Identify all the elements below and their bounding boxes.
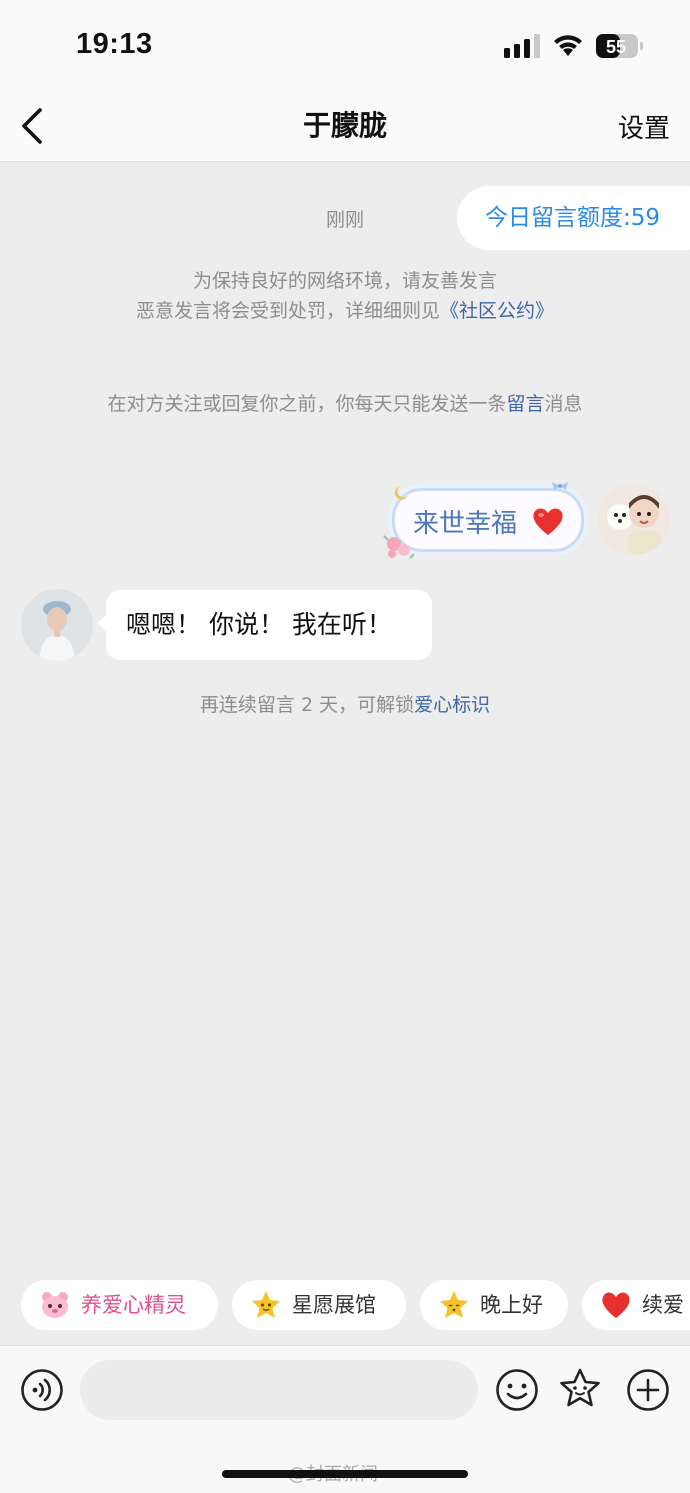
rule-link[interactable]: 留言 bbox=[506, 393, 544, 415]
nav-bar: 于朦胧 设置 bbox=[0, 92, 690, 162]
status-bar: 19:13 55 bbox=[0, 0, 690, 92]
message-rule-notice: 在对方关注或回复你之前，你每天只能发送一条留言消息 bbox=[0, 389, 690, 419]
heart-badge-link[interactable]: 爱心标识 bbox=[414, 694, 490, 716]
wifi-icon bbox=[554, 35, 582, 56]
contact-message-bubble[interactable]: 嗯嗯！ 你说！ 我在听！ bbox=[97, 590, 432, 660]
chip-continue-love[interactable]: 续爱 bbox=[582, 1280, 690, 1330]
chip-star-gallery[interactable]: 星愿展馆 bbox=[232, 1280, 406, 1330]
sleepy-star-icon bbox=[440, 1291, 468, 1318]
chip-label: 养爱心精灵 bbox=[81, 1293, 186, 1317]
my-message-text: 来世幸福 bbox=[413, 509, 518, 539]
my-message-bubble[interactable]: 来世幸福 bbox=[392, 488, 584, 552]
battery-level: 55 bbox=[606, 37, 626, 57]
streak-notice: 再连续留言 2 天，可解锁爱心标识 bbox=[0, 690, 690, 720]
star-sticker-icon[interactable] bbox=[558, 1367, 602, 1411]
red-heart-icon bbox=[533, 508, 563, 535]
streak-prefix: 再连续留言 2 天，可解锁 bbox=[199, 694, 415, 716]
battery-icon: 55 bbox=[596, 34, 643, 58]
plus-icon[interactable] bbox=[626, 1368, 670, 1412]
settings-button[interactable]: 设置 bbox=[618, 108, 670, 145]
message-timestamp: 刚刚 bbox=[325, 209, 364, 231]
status-time: 19:13 bbox=[76, 28, 153, 60]
message-input[interactable] bbox=[80, 1360, 478, 1420]
voice-icon[interactable] bbox=[20, 1368, 64, 1412]
page-title: 于朦胧 bbox=[302, 109, 387, 142]
notice-line-1: 为保持良好的网络环境，请友善发言 bbox=[192, 270, 497, 292]
my-avatar[interactable] bbox=[598, 483, 670, 555]
community-rules-link[interactable]: 《社区公约》 bbox=[440, 300, 554, 322]
chip-label: 星愿展馆 bbox=[292, 1293, 376, 1317]
rule-suffix: 消息 bbox=[544, 393, 583, 415]
red-heart-icon bbox=[602, 1292, 630, 1318]
contact-avatar[interactable] bbox=[21, 589, 93, 661]
notice-line-2-text: 恶意发言将会受到处罚，详细细则见 bbox=[135, 300, 440, 322]
notice-line-2: 恶意发言将会受到处罚，详细细则见《社区公约》 bbox=[0, 296, 690, 326]
rule-prefix: 在对方关注或回复你之前，你每天只能发送一条 bbox=[107, 393, 507, 415]
home-indicator[interactable] bbox=[222, 1470, 468, 1478]
emoji-icon[interactable] bbox=[495, 1368, 539, 1412]
chip-love-sprite[interactable]: 养爱心精灵 bbox=[21, 1280, 218, 1330]
quick-chips: 养爱心精灵 星愿展馆 晚上好 续爱 bbox=[0, 1280, 690, 1332]
cellular-signal-icon bbox=[504, 34, 540, 58]
chip-good-evening[interactable]: 晚上好 bbox=[420, 1280, 568, 1330]
chip-label: 晚上好 bbox=[480, 1293, 543, 1317]
pink-sprite-icon bbox=[42, 1292, 68, 1318]
chip-label: 续爱 bbox=[642, 1293, 684, 1317]
star-face-icon bbox=[252, 1291, 280, 1318]
